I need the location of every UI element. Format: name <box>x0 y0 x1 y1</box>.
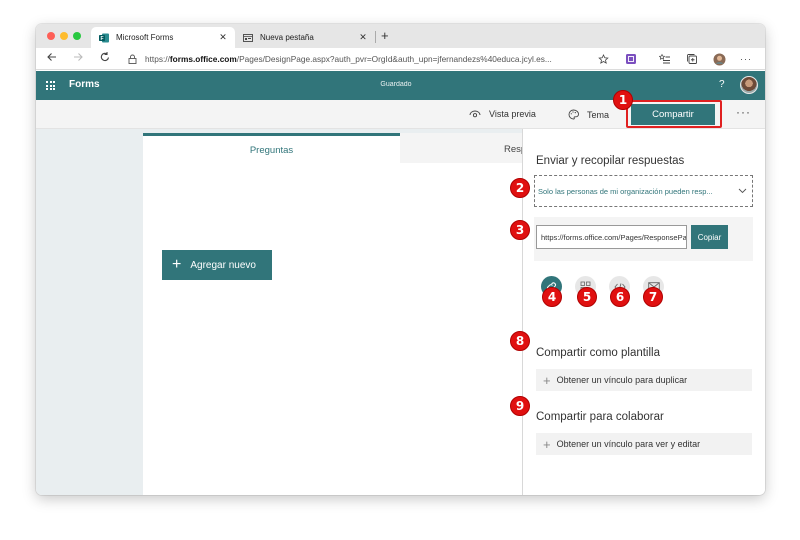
callout-badge-4: 4 <box>542 287 562 307</box>
browser-window: F Microsoft Forms ✕ Nueva pestaña ✕ + ht… <box>36 24 765 495</box>
plus-icon: + <box>543 436 551 452</box>
app-launcher-icon[interactable] <box>46 81 55 90</box>
minimize-window-button[interactable] <box>60 32 68 40</box>
browser-menu-icon[interactable]: ··· <box>739 52 753 66</box>
help-icon[interactable]: ? <box>719 79 725 90</box>
duplicate-link-button[interactable]: + Obtener un vínculo para duplicar <box>536 369 752 391</box>
app-name[interactable]: Forms <box>69 79 100 90</box>
copy-button[interactable]: Copiar <box>691 225 728 249</box>
callout-badge-3: 3 <box>510 220 530 240</box>
svg-text:F: F <box>100 35 103 41</box>
audience-value: Solo las personas de mi organización pue… <box>538 186 713 196</box>
preview-label: Vista previa <box>489 109 536 119</box>
reload-icon[interactable] <box>99 51 111 66</box>
app-header: Forms Guardado ? <box>36 71 765 100</box>
url-field[interactable]: https://forms.office.com/Pages/DesignPag… <box>128 50 622 67</box>
tab-questions[interactable]: Preguntas <box>143 133 400 163</box>
callout-badge-2: 2 <box>510 178 530 198</box>
add-new-label: Agregar nuevo <box>190 259 256 271</box>
share-panel: Enviar y recopilar respuestas Solo las p… <box>522 129 765 495</box>
send-collect-heading: Enviar y recopilar respuestas <box>536 155 685 167</box>
back-arrow-icon[interactable] <box>46 51 58 66</box>
extension-icon[interactable] <box>624 52 638 66</box>
tab-microsoft-forms[interactable]: F Microsoft Forms ✕ <box>91 27 235 48</box>
url-domain: forms.office.com <box>169 53 237 64</box>
callout-badge-5: 5 <box>577 287 597 307</box>
form-card <box>143 133 522 495</box>
chevron-down-icon <box>738 187 752 196</box>
callout-badge-1: 1 <box>613 90 633 110</box>
tab-close-icon[interactable]: ✕ <box>217 32 229 43</box>
save-status: Guardado <box>380 81 412 88</box>
forward-arrow-icon[interactable] <box>72 51 84 66</box>
favorite-star-icon[interactable] <box>596 52 610 66</box>
url-path: /Pages/DesignPage.aspx?auth_pvr=OrgId&au… <box>236 53 552 64</box>
plus-icon: + <box>543 372 551 388</box>
new-tab-button[interactable]: + <box>381 29 389 42</box>
more-options-icon[interactable]: ··· <box>736 105 751 119</box>
plus-icon: + <box>172 256 182 273</box>
audience-dropdown[interactable]: Solo las personas de mi organización pue… <box>534 175 753 207</box>
theme-button[interactable]: Tema <box>568 109 609 120</box>
profile-avatar-icon[interactable] <box>712 52 726 66</box>
lock-icon <box>128 54 137 64</box>
tab-bar: F Microsoft Forms ✕ Nueva pestaña ✕ + <box>36 24 765 48</box>
page-favicon-icon <box>243 33 253 43</box>
collaborate-link-label: Obtener un vínculo para ver y editar <box>556 439 701 449</box>
eye-icon <box>469 110 481 118</box>
palette-icon <box>568 109 579 120</box>
callout-badge-7: 7 <box>643 287 663 307</box>
tab-responses[interactable]: Respuestas <box>400 133 522 163</box>
callout-badge-6: 6 <box>610 287 630 307</box>
collections-icon[interactable] <box>685 52 699 66</box>
form-tabs: Preguntas Respuestas <box>143 133 522 163</box>
callout-badge-9: 9 <box>510 396 530 416</box>
share-link-field[interactable]: https://forms.office.com/Pages/ResponseP… <box>536 225 687 249</box>
url-prefix: https:// <box>145 53 170 64</box>
collaborate-heading: Compartir para colaborar <box>536 411 664 423</box>
close-window-button[interactable] <box>47 32 55 40</box>
maximize-window-button[interactable] <box>73 32 81 40</box>
template-heading: Compartir como plantilla <box>536 347 660 359</box>
tab-title: Nueva pestaña <box>260 33 314 42</box>
tab-title: Microsoft Forms <box>116 33 174 42</box>
preview-button[interactable]: Vista previa <box>469 109 536 119</box>
duplicate-link-label: Obtener un vínculo para duplicar <box>556 375 688 385</box>
forms-favicon-icon: F <box>99 33 109 43</box>
share-highlight-box <box>626 100 722 128</box>
add-new-button[interactable]: + Agregar nuevo <box>162 250 272 280</box>
avatar[interactable] <box>740 76 758 94</box>
address-bar-row: https://forms.office.com/Pages/DesignPag… <box>36 48 765 70</box>
favorites-list-icon[interactable] <box>658 52 672 66</box>
tab-new-tab[interactable]: Nueva pestaña ✕ <box>235 27 375 48</box>
command-bar: Vista previa Tema Compartir ··· <box>36 100 765 129</box>
callout-badge-8: 8 <box>510 331 530 351</box>
tab-divider <box>375 31 376 43</box>
tab-close-icon[interactable]: ✕ <box>357 32 369 43</box>
collaborate-link-button[interactable]: + Obtener un vínculo para ver y editar <box>536 433 752 455</box>
theme-label: Tema <box>587 109 610 120</box>
